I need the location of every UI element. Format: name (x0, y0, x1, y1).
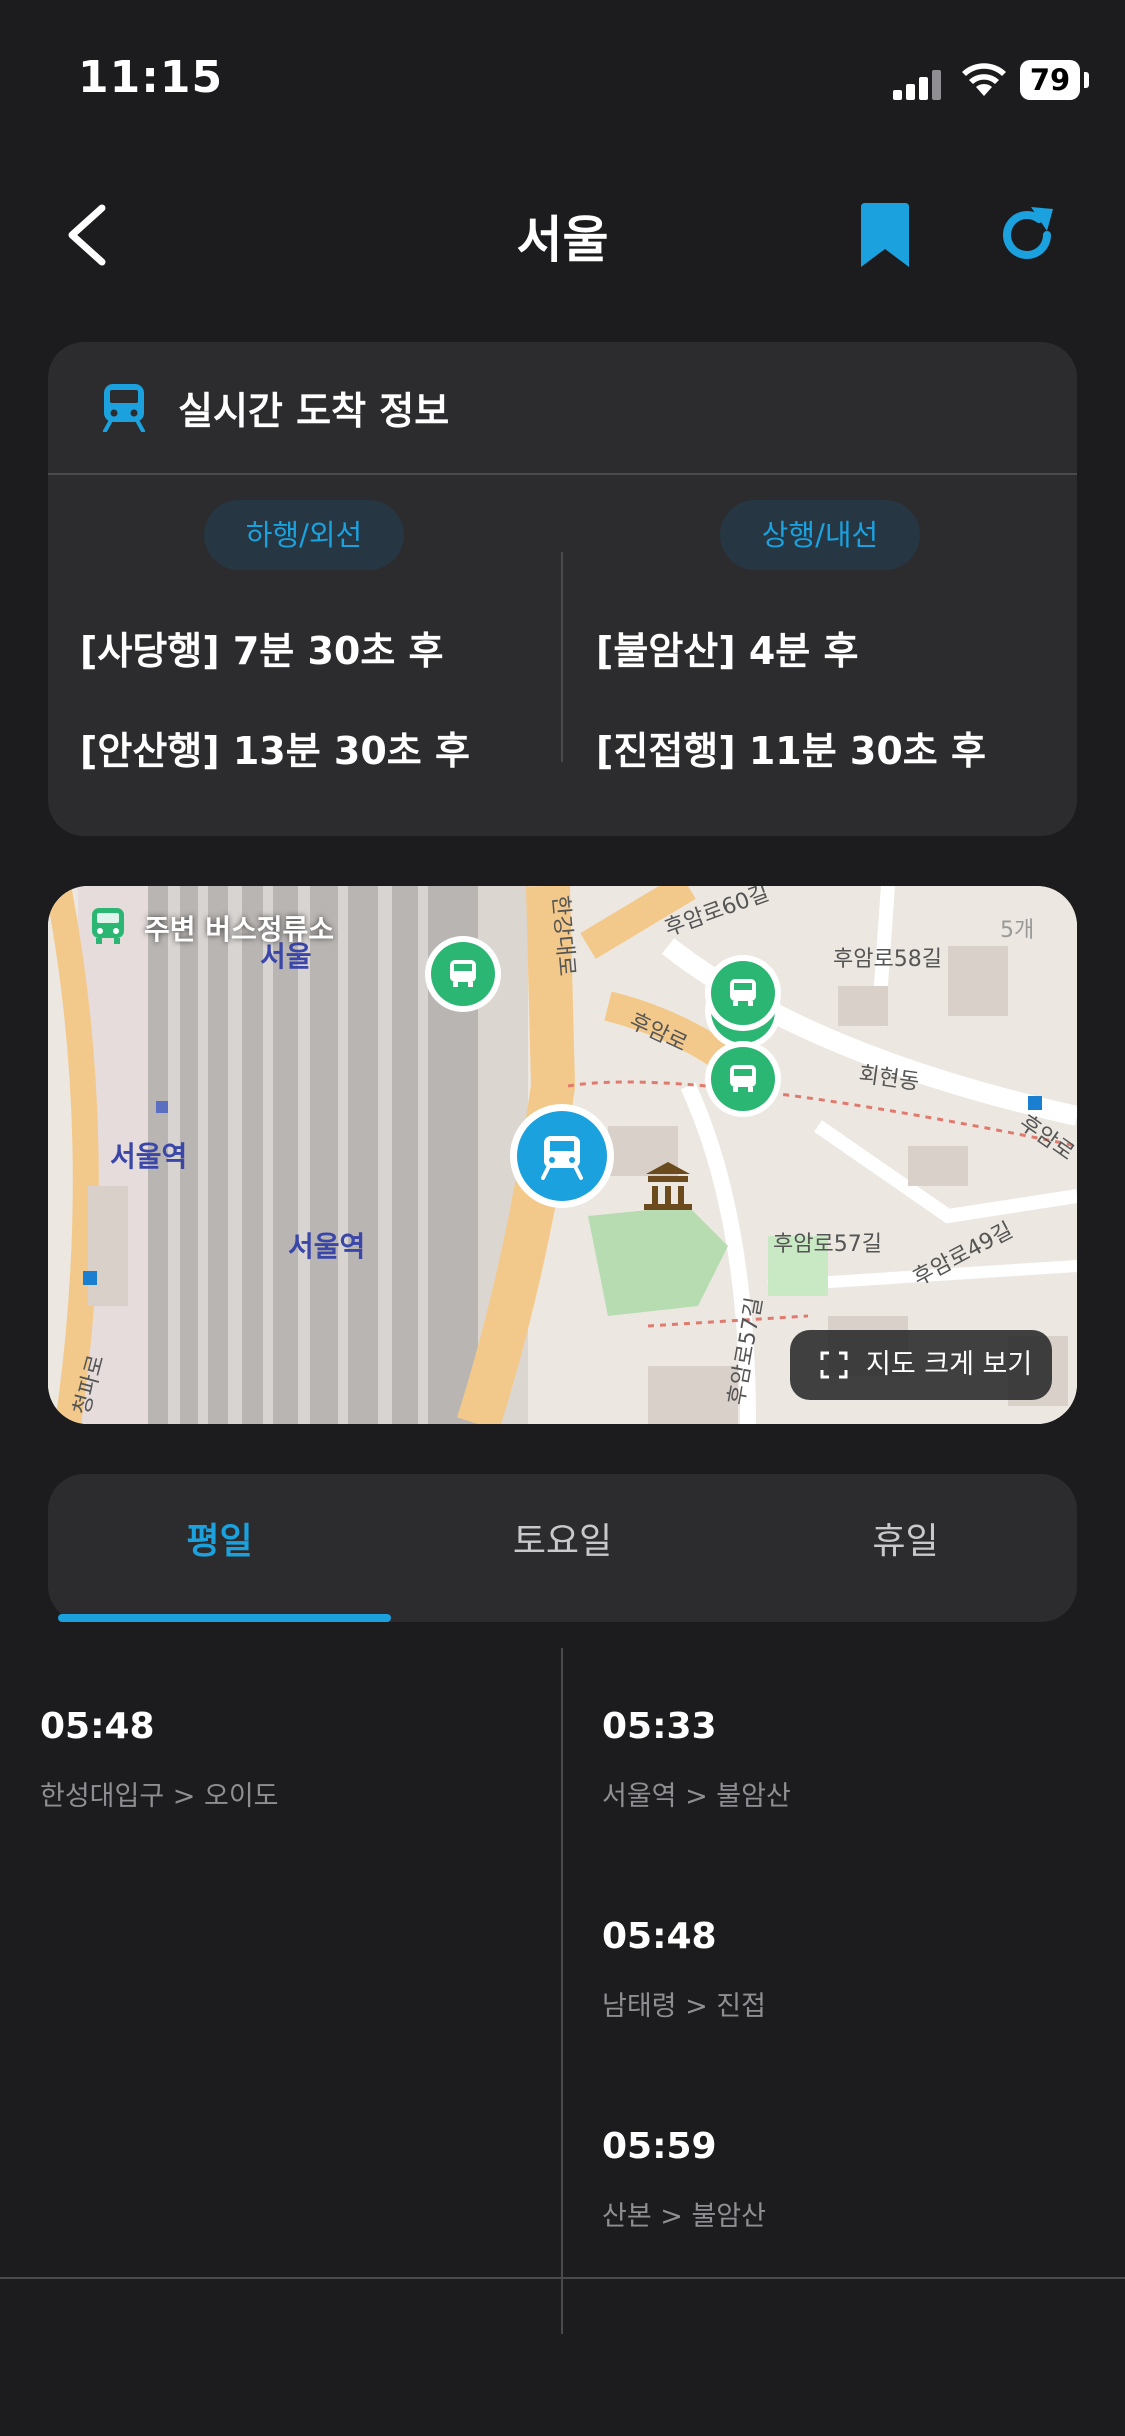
divider (48, 473, 1077, 475)
status-time: 11:15 (78, 52, 224, 103)
map-street-label: 후암로57길 (773, 1232, 882, 1257)
tab-active-indicator (58, 1614, 391, 1622)
battery-nub (1084, 72, 1089, 88)
timetable-route: 남태령 > 진접 (602, 1991, 766, 2022)
timetable-time: 05:59 (602, 2126, 717, 2167)
realtime-title: 실시간 도착 정보 (178, 389, 450, 433)
map-place-label: 서울역 (288, 1230, 365, 1263)
map-stop-count: 5개 (1000, 918, 1035, 943)
fullscreen-icon (820, 1351, 848, 1379)
map-street-label: 후암로58길 (833, 947, 942, 972)
tab-weekday[interactable]: 평일 (48, 1474, 391, 1622)
map-expand-label: 지도 크게 보기 (866, 1349, 1033, 1380)
bus-stop-marker (705, 955, 781, 1049)
tab-holiday[interactable]: 휴일 (734, 1474, 1077, 1622)
direction-down-badge: 하행/외선 (204, 500, 404, 570)
direction-up-badge: 상행/내선 (720, 500, 920, 570)
map-label: 주변 버스정류소 (144, 913, 335, 946)
battery-level: 79 (1020, 60, 1080, 100)
page-title: 서울 (516, 211, 609, 269)
timetable-route: 산본 > 불암산 (602, 2201, 766, 2232)
direction-divider (561, 552, 563, 762)
wifi-icon (962, 63, 1006, 96)
timetable-divider (561, 1648, 563, 2334)
map-expand-button[interactable]: 지도 크게 보기 (790, 1330, 1052, 1400)
timetable-route: 서울역 > 불암산 (602, 1781, 791, 1812)
map-place-label: 서울역 (110, 1140, 187, 1173)
subway-icon (103, 384, 145, 432)
bookmark-icon[interactable] (855, 203, 915, 269)
arrival-up-2: [진접행] 11분 30초 후 (596, 729, 986, 773)
bus-stop-marker (425, 936, 501, 1012)
arrival-down-1: [사당행] 7분 30초 후 (80, 629, 444, 673)
timetable-row-divider (0, 2277, 1125, 2279)
timetable-time: 05:48 (40, 1706, 155, 1747)
tab-saturday[interactable]: 토요일 (391, 1474, 734, 1622)
arrival-up-1: [불암산] 4분 후 (596, 629, 859, 673)
bus-stop-marker (705, 1041, 781, 1117)
cellular-signal-icon (893, 70, 941, 100)
station-marker (510, 1104, 614, 1208)
refresh-icon[interactable] (995, 203, 1059, 267)
timetable-time: 05:48 (602, 1916, 717, 1957)
timetable-route: 한성대입구 > 오이도 (40, 1781, 279, 1812)
timetable-time: 05:33 (602, 1706, 717, 1747)
arrival-down-2: [안산행] 13분 30초 후 (80, 729, 470, 773)
bus-icon (92, 908, 124, 944)
